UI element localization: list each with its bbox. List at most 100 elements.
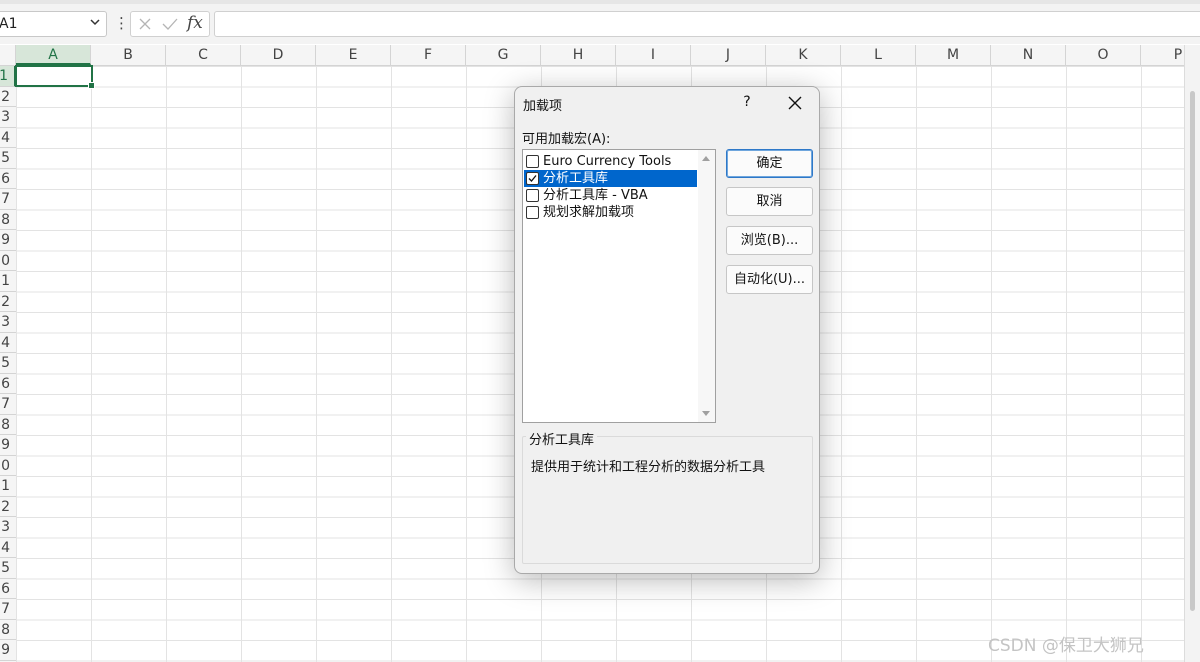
row-header[interactable]: 11 (0, 271, 16, 292)
row-header[interactable]: 16 (0, 374, 16, 394)
column-header[interactable]: I (616, 45, 691, 65)
addin-label: 规划求解加载项 (543, 205, 635, 220)
addin-label: 分析工具库 (543, 171, 609, 186)
row-number: 16 (0, 375, 10, 392)
addin-checkbox[interactable] (526, 172, 539, 185)
name-box[interactable]: A1 (0, 11, 107, 37)
column-header[interactable]: G (466, 45, 541, 65)
row-number: 13 (0, 314, 10, 330)
addin-item[interactable]: 规划求解加载项 (524, 204, 697, 221)
close-icon[interactable] (785, 93, 805, 113)
addins-dialog: 加载项 ? 可用加载宏(A): Euro Currency Tools 分析工具库… (514, 86, 820, 574)
row-header[interactable]: 12 (0, 292, 16, 312)
addin-checkbox[interactable] (526, 155, 539, 168)
list-scrollbar[interactable] (698, 150, 715, 422)
row-header[interactable]: 23 (0, 517, 16, 538)
row-header[interactable]: 14 (0, 333, 16, 353)
column-header[interactable]: N (991, 45, 1066, 65)
row-number: 28 (0, 621, 10, 638)
formula-tools: fx (130, 11, 210, 37)
row-number: 27 (0, 601, 10, 617)
cancel-button[interactable]: 取消 (726, 187, 813, 216)
row-header[interactable]: 13 (0, 312, 16, 333)
column-header[interactable]: O (1066, 45, 1141, 65)
row-number: 12 (0, 293, 10, 310)
select-all-corner[interactable] (0, 45, 16, 65)
row-header[interactable]: 29 (0, 640, 16, 661)
vertical-scrollbar[interactable] (1184, 45, 1200, 662)
row-number: 25 (0, 560, 10, 576)
column-header[interactable]: M (916, 45, 991, 65)
row-header[interactable]: 28 (0, 620, 16, 640)
row-header[interactable]: 2 (0, 87, 16, 107)
browse-button[interactable]: 浏览(B)... (726, 226, 813, 255)
row-header[interactable]: 4 (0, 128, 16, 148)
addin-list-label: 可用加载宏(A): (522, 132, 611, 147)
row-number: 14 (0, 334, 10, 351)
help-button[interactable]: ? (739, 91, 755, 113)
row-number: 24 (0, 539, 10, 556)
addin-item[interactable]: 分析工具库 - VBA (524, 187, 697, 204)
row-header[interactable]: 6 (0, 169, 16, 189)
row-number: 21 (0, 478, 10, 494)
row-header[interactable]: 22 (0, 497, 16, 517)
column-header[interactable]: L (841, 45, 916, 65)
row-number: 3 (1, 109, 10, 125)
column-header[interactable]: F (391, 45, 466, 65)
addin-list[interactable]: Euro Currency Tools 分析工具库分析工具库 - VBA 规划求解加… (522, 149, 716, 423)
automation-button[interactable]: 自动化(U)... (726, 265, 813, 294)
column-header[interactable]: A (16, 45, 91, 65)
row-header[interactable]: 20 (0, 456, 16, 476)
row-header[interactable]: 7 (0, 189, 16, 210)
addin-item[interactable]: Euro Currency Tools (524, 153, 697, 170)
row-number: 5 (1, 150, 10, 166)
row-header[interactable]: 3 (0, 107, 16, 128)
row-header[interactable]: 21 (0, 476, 16, 497)
column-header[interactable]: E (316, 45, 391, 65)
addin-label: 分析工具库 - VBA (543, 188, 648, 203)
enter-check-icon[interactable] (161, 16, 179, 32)
row-header[interactable]: 9 (0, 230, 16, 251)
insert-function-icon[interactable]: fx (187, 13, 203, 33)
column-header[interactable]: H (541, 45, 616, 65)
cancel-icon[interactable] (137, 16, 153, 32)
chevron-down-icon[interactable] (88, 15, 102, 29)
column-header[interactable]: D (241, 45, 316, 65)
addin-checkbox[interactable] (526, 206, 539, 219)
row-header[interactable]: 24 (0, 538, 16, 558)
ok-button[interactable]: 确定 (726, 149, 813, 178)
scroll-up-arrow-icon[interactable] (702, 156, 710, 161)
active-cell-selection[interactable] (15, 65, 95, 89)
scrollbar-thumb[interactable] (1190, 91, 1195, 611)
column-header[interactable]: B (91, 45, 166, 65)
row-header[interactable]: 19 (0, 435, 16, 456)
addin-item[interactable]: 分析工具库 (524, 170, 697, 187)
description-text: 提供用于统计和工程分析的数据分析工具 (531, 460, 766, 475)
row-number: 19 (0, 437, 10, 453)
watermark: CSDN @保卫大狮兄 (988, 636, 1144, 656)
scroll-down-arrow-icon[interactable] (702, 411, 710, 416)
row-number: 26 (0, 580, 10, 597)
addin-checkbox[interactable] (526, 189, 539, 202)
row-number: 6 (1, 170, 10, 187)
fill-handle[interactable] (88, 82, 95, 89)
column-header[interactable]: J (691, 45, 766, 65)
formula-input[interactable] (214, 11, 1200, 37)
row-number: 7 (1, 191, 10, 207)
row-header[interactable]: 8 (0, 210, 16, 230)
column-header[interactable]: C (166, 45, 241, 65)
row-header[interactable]: 18 (0, 415, 16, 435)
row-header[interactable]: 25 (0, 558, 16, 579)
description-title: 分析工具库 (526, 429, 598, 448)
column-header[interactable]: K (766, 45, 841, 65)
row-header[interactable]: 10 (0, 251, 16, 271)
checkmark-icon (528, 175, 537, 182)
row-header[interactable]: 1 (0, 66, 16, 87)
row-number: 11 (0, 273, 10, 289)
row-header[interactable]: 17 (0, 394, 16, 415)
row-header[interactable]: 27 (0, 599, 16, 620)
row-header[interactable]: 5 (0, 148, 16, 169)
row-header[interactable]: 26 (0, 579, 16, 599)
more-options-icon[interactable]: ⋮ (114, 12, 129, 34)
row-header[interactable]: 15 (0, 353, 16, 374)
